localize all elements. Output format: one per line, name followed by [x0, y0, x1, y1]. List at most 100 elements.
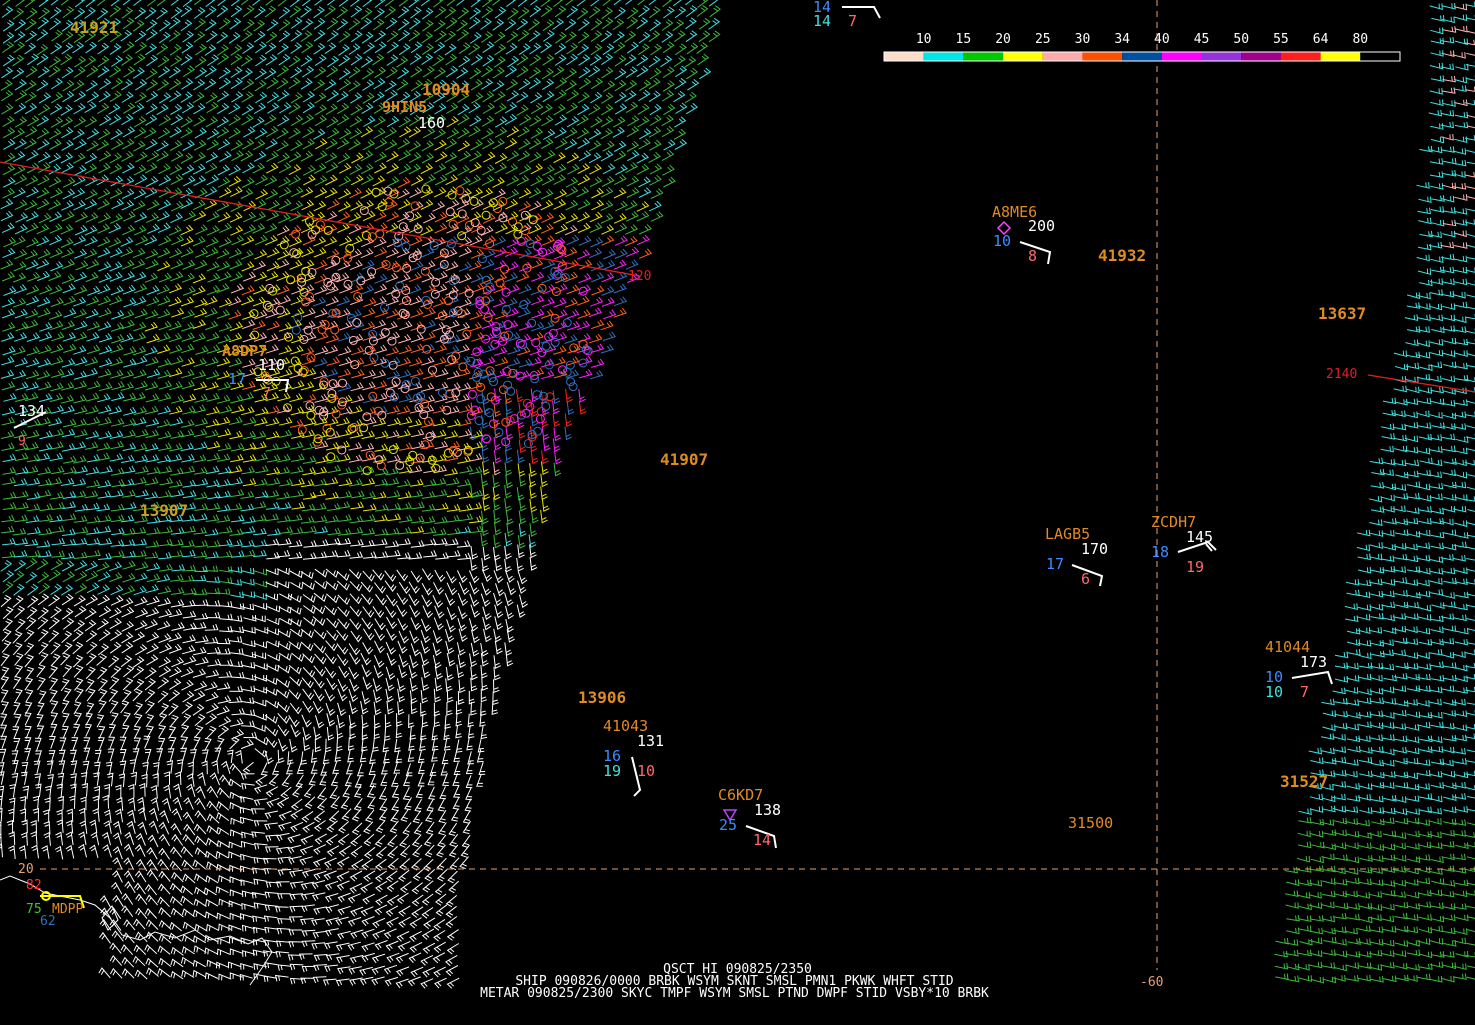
wind-barb — [206, 923, 220, 932]
wind-barb — [168, 225, 182, 236]
wind-barb — [169, 43, 182, 56]
legend-label: 25 — [1034, 32, 1051, 47]
wind-barb — [228, 332, 243, 343]
wind-barb — [144, 748, 152, 763]
wind-barb — [265, 31, 278, 44]
wind-barb — [183, 796, 194, 810]
wind-barb — [1298, 903, 1312, 911]
wind-barb — [553, 297, 567, 308]
wind-barb — [350, 104, 363, 116]
wind-barb — [325, 568, 339, 578]
wind-barb — [192, 574, 207, 582]
legend-label: 50 — [1233, 32, 1250, 47]
wind-barb — [122, 284, 136, 295]
wind-barb — [468, 570, 480, 584]
wind-barb — [1370, 938, 1384, 946]
wind-barb — [12, 127, 26, 140]
wind-barb — [337, 211, 351, 223]
station-id: 10904 — [422, 80, 471, 99]
wind-barb — [421, 53, 434, 66]
wind-barb — [61, 139, 74, 151]
wind-barb — [133, 882, 146, 895]
wind-barb — [254, 79, 267, 92]
wind-barb — [554, 89, 567, 102]
wind-barb — [649, 174, 662, 186]
wind-barb — [311, 892, 326, 901]
wind-barb — [577, 137, 590, 149]
wind-barb — [289, 905, 304, 913]
wind-barb — [170, 907, 184, 918]
wind-barb — [636, 65, 649, 78]
wind-barb — [1467, 306, 1475, 310]
wind-barb — [492, 0, 501, 6]
wind-barb — [674, 138, 688, 150]
wind-barb — [290, 581, 304, 590]
wind-barb — [288, 641, 302, 650]
wind-barb — [467, 713, 475, 728]
wind-barb — [61, 247, 75, 258]
wind-barb — [482, 102, 496, 114]
wind-barb — [24, 80, 37, 92]
wind-barb — [1369, 603, 1384, 611]
wind-barb — [253, 102, 267, 115]
wind-barb — [409, 357, 423, 367]
wind-barb — [145, 114, 158, 126]
wind-barb — [337, 678, 349, 692]
wind-barb — [96, 653, 108, 666]
wind-barb — [230, 186, 243, 198]
wind-barb — [204, 295, 218, 306]
wind-barb — [1286, 879, 1300, 887]
wind-barb — [252, 320, 266, 330]
wind-barb — [1465, 86, 1475, 93]
wind-barb — [385, 688, 394, 703]
wind-barb — [314, 580, 328, 590]
wind-barb — [648, 152, 661, 164]
wind-barb — [111, 381, 125, 391]
wind-barb — [265, 786, 279, 798]
legend-swatch — [1201, 52, 1242, 61]
wind-barb — [625, 79, 638, 92]
wind-barb — [374, 940, 388, 951]
wind-barb — [194, 67, 208, 79]
wind-barb — [409, 630, 420, 644]
wind-barb — [469, 525, 483, 534]
wind-barb — [614, 248, 628, 259]
wind-barb — [530, 163, 544, 175]
wind-barb — [1466, 568, 1475, 572]
wind-barb — [420, 163, 434, 175]
wind-barb — [314, 568, 328, 578]
wind-barb — [255, 737, 269, 746]
wind-barb — [636, 201, 650, 212]
wind-barb — [14, 248, 28, 260]
wind-barb — [168, 296, 182, 307]
wind-barb — [169, 405, 183, 415]
wind-barb — [133, 296, 147, 306]
wind-barb — [625, 162, 638, 174]
wind-barb — [211, 760, 219, 774]
wind-barb — [168, 689, 181, 702]
wind-barb — [37, 677, 46, 691]
wind-barb — [99, 895, 111, 908]
wind-barb — [338, 0, 349, 7]
wind-barb — [423, 550, 438, 558]
wind-barb — [576, 0, 586, 7]
wind-barb — [453, 748, 461, 763]
wind-barb — [72, 41, 85, 54]
wind-barb — [590, 237, 604, 248]
wind-barb — [1431, 15, 1445, 22]
wind-barb — [240, 879, 254, 886]
wind-barb — [0, 594, 12, 608]
wind-barb — [384, 80, 397, 92]
wind-barb — [697, 53, 710, 66]
wind-barb — [672, 0, 682, 7]
station-id: 31500 — [1068, 814, 1114, 832]
wind-barb — [519, 261, 533, 272]
wind-barb — [1442, 625, 1457, 632]
wind-barb — [1394, 757, 1408, 765]
wind-barb — [424, 844, 435, 858]
wind-barb — [180, 198, 194, 209]
wind-barb — [1431, 398, 1445, 406]
wind-barb — [446, 319, 460, 330]
wind-barb — [1406, 302, 1421, 309]
wind-barb — [590, 296, 604, 307]
